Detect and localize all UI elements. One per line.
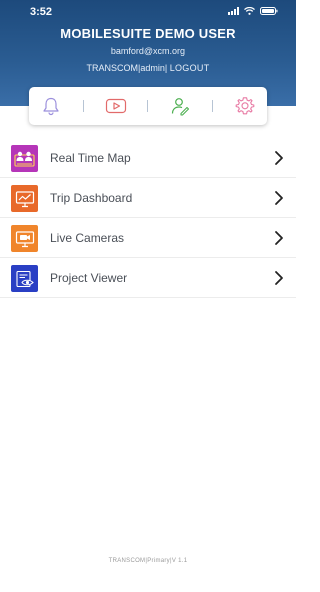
menu-item-real-time-map[interactable]: Real Time Map	[0, 138, 296, 178]
version-footer: TRANSCOM|Primary|V 1.1	[108, 558, 188, 564]
map-people-icon	[11, 145, 38, 172]
user-edit-icon	[172, 98, 190, 116]
cellular-signal-icon	[228, 7, 239, 15]
user-name: MOBILESUITE DEMO USER	[60, 26, 236, 41]
org-label: TRANSCOM	[86, 63, 138, 73]
separator: |	[164, 63, 168, 73]
profile-button[interactable]	[168, 94, 192, 118]
chevron-right-icon	[275, 271, 283, 285]
camera-monitor-icon	[11, 225, 38, 252]
menu-item-label: Project Viewer	[50, 271, 128, 285]
menu-item-trip-dashboard[interactable]: Trip Dashboard	[0, 178, 296, 218]
status-bar: 3:52	[0, 0, 296, 22]
settings-button[interactable]	[233, 94, 257, 118]
user-email: bamford@xcm.org	[110, 46, 186, 56]
videos-button[interactable]	[104, 94, 128, 118]
chevron-right-icon	[275, 231, 283, 245]
video-play-icon	[105, 98, 126, 114]
chevron-right-icon	[275, 151, 283, 165]
bell-icon	[43, 97, 59, 116]
status-time: 3:52	[30, 6, 53, 18]
main-menu: Real Time Map Trip Dashboard Live Camera…	[0, 138, 296, 298]
menu-item-live-cameras[interactable]: Live Cameras	[0, 218, 296, 258]
logout-link[interactable]: LOGOUT	[170, 63, 210, 73]
chevron-right-icon	[275, 191, 283, 205]
toolbar-divider	[82, 100, 84, 112]
menu-item-label: Real Time Map	[50, 151, 131, 165]
status-icons	[228, 7, 278, 15]
toolbar-divider	[212, 100, 214, 112]
wifi-icon	[244, 7, 255, 15]
monitor-chart-icon	[11, 185, 38, 212]
toolbar-divider	[147, 100, 149, 112]
role-label: admin	[140, 63, 165, 73]
quick-actions-toolbar	[29, 87, 267, 125]
notifications-button[interactable]	[39, 94, 63, 118]
menu-item-label: Live Cameras	[50, 231, 125, 245]
menu-item-label: Trip Dashboard	[50, 191, 133, 205]
menu-item-project-viewer[interactable]: Project Viewer	[0, 258, 296, 298]
gear-icon	[235, 97, 255, 115]
battery-icon	[260, 7, 278, 15]
eye-document-icon	[11, 265, 38, 292]
app-screen: 3:52 MOBILESUITE DEMO USER bamford@xcm.o…	[0, 0, 296, 592]
user-info-row: TRANSCOM|admin| LOGOUT	[0, 63, 296, 73]
